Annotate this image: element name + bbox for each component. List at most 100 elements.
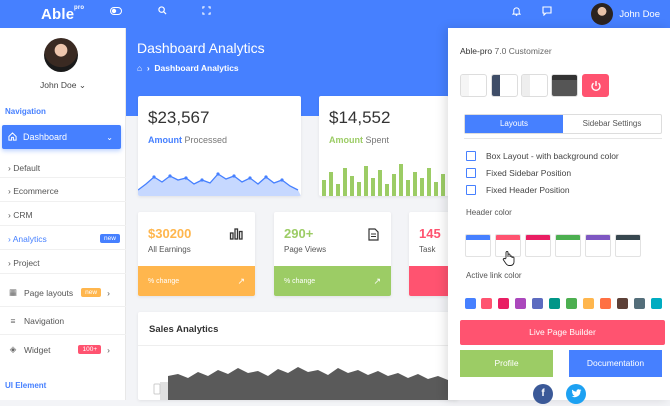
link-color-swatch[interactable] [617,298,628,309]
user-name: John Doe [619,8,660,20]
search-icon[interactable] [155,6,169,20]
link-color-swatch[interactable] [651,298,662,309]
user-menu[interactable]: John Doe [591,3,660,25]
chevron-right-icon: › [107,344,110,355]
stat-label: Task [419,245,436,254]
customizer-title: Able-pro 7.0 Customizer [460,46,552,56]
stat-footer: % change ↗ [138,266,255,296]
link-color-swatch[interactable] [532,298,543,309]
link-color-swatch[interactable] [600,298,611,309]
amount-label: Amount Processed [148,135,228,145]
toggle-icon[interactable] [109,6,123,20]
profile-button[interactable]: Profile [460,350,553,377]
layout-light-button[interactable] [460,74,487,97]
stat-footer: % change ↗ [274,266,391,296]
trend-up-icon: ↗ [373,275,381,286]
header-color-blue[interactable] [465,234,491,257]
chevron-right-icon: › [107,287,110,298]
fixed-header-option[interactable]: Fixed Header Position [466,185,570,195]
home-icon [8,131,17,143]
link-color-swatch[interactable] [566,298,577,309]
new-badge: new [100,234,120,243]
active-link-label: Active link color [466,271,522,280]
sidebar-item-dashboard[interactable]: Dashboard ⌄ [2,125,121,149]
sales-analytics-card: Sales Analytics [138,312,458,400]
power-icon [590,80,602,94]
layers-icon: ◈ [9,344,17,354]
sidebar-item-analytics[interactable]: › Analytics new [8,234,120,244]
fixed-sidebar-option[interactable]: Fixed Sidebar Position [466,168,571,178]
link-color-swatch[interactable] [498,298,509,309]
link-color-swatch[interactable] [634,298,645,309]
customizer-panel: Able-pro 7.0 Customizer Layouts Sidebar … [448,28,670,404]
page-title: Dashboard Analytics [137,40,265,56]
amount-value: $23,567 [148,108,210,127]
logo[interactable]: Able pro [41,5,84,23]
layout-dark-button[interactable] [551,74,578,97]
card-title: Sales Analytics [149,324,219,335]
twitter-icon[interactable] [566,384,586,404]
header-color-pink[interactable] [525,234,551,257]
link-color-swatch[interactable] [583,298,594,309]
avatar [44,38,78,72]
header-color-dark[interactable] [615,234,641,257]
sidebar-item-ecommerce[interactable]: › Ecommerce [8,186,59,196]
sidebar-item-project[interactable]: › Project [8,258,40,268]
nav-caption: Navigation [5,107,46,116]
sidebar-item-page-layouts[interactable]: ▦ Page layouts new › [8,287,120,298]
link-color-swatch[interactable] [481,298,492,309]
breadcrumb: ⌂ › Dashboard Analytics [137,63,239,73]
stat-label: All Earnings [148,245,191,254]
layout-dark-sidebar-button[interactable] [491,74,518,97]
sidebar-item-navigation[interactable]: ≡ Navigation [8,316,120,326]
box-layout-option[interactable]: Box Layout - with background color [466,151,619,161]
documentation-button[interactable]: Documentation [569,350,662,377]
link-color-swatch[interactable] [515,298,526,309]
layout-icon: ▦ [8,287,18,297]
stat-value: 290+ [284,226,314,241]
fullscreen-icon[interactable] [199,6,213,20]
amount-processed-card: $23,567 Amount Processed [138,96,301,196]
checkbox[interactable] [466,168,476,178]
facebook-icon[interactable]: f [533,384,553,404]
tab-layouts[interactable]: Layouts [465,115,563,133]
chevron-down-icon: ⌄ [106,132,113,142]
earnings-card: $30200 All Earnings % change ↗ [138,212,255,296]
customizer-tabs: Layouts Sidebar Settings [464,114,662,134]
link-color-swatch[interactable] [549,298,560,309]
sidebar-item-default[interactable]: › Default [8,163,40,173]
live-page-builder-button[interactable]: Live Page Builder [460,320,665,345]
sidebar-item-widget[interactable]: ◈ Widget 100+ › [8,344,120,355]
header-color-purple[interactable] [585,234,611,257]
amount-spent-card: $14,552 Amount Spent [319,96,449,196]
ui-element-caption: UI Element [5,381,47,390]
home-icon[interactable]: ⌂ [137,63,142,73]
header-color-label: Header color [466,208,512,217]
amount-label: Amount Spent [329,135,390,145]
chevron-down-icon: ⌄ [78,80,86,90]
reset-layout-button[interactable] [582,74,609,97]
link-color-swatch[interactable] [465,298,476,309]
header-color-green[interactable] [555,234,581,257]
tab-sidebar-settings[interactable]: Sidebar Settings [563,115,661,133]
stat-value: $30200 [148,226,192,241]
layout-bright-button[interactable] [521,74,548,97]
new-badge: new [81,288,102,297]
checkbox[interactable] [466,151,476,161]
bell-icon[interactable] [509,6,523,20]
spent-bar-sparkline [322,164,445,196]
message-icon[interactable] [540,6,554,20]
sidebar-user[interactable]: John Doe ⌄ [0,80,126,91]
avatar [591,3,614,25]
sidebar: John Doe ⌄ Navigation Dashboard ⌄ › Defa… [0,28,126,400]
top-header: Able pro John Doe [0,0,670,28]
checkbox[interactable] [466,185,476,195]
processed-sparkline [138,172,301,196]
sidebar-item-crm[interactable]: › CRM [8,210,33,220]
count-badge: 100+ [78,345,102,354]
stat-value: 145 [419,226,441,241]
stat-label: Page Views [284,245,327,254]
hand-cursor-icon [502,250,516,268]
menu-icon: ≡ [10,316,16,326]
page-views-card: 290+ Page Views % change ↗ [274,212,391,296]
